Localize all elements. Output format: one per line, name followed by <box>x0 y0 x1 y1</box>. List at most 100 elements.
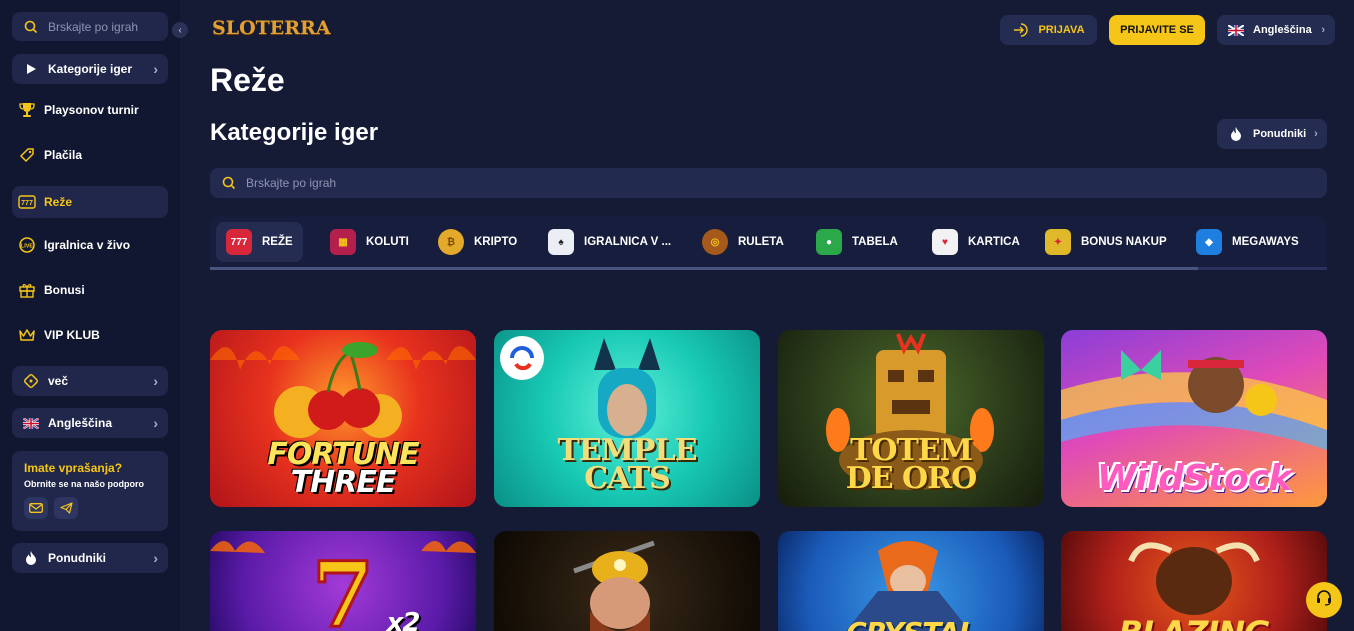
game-title-line1: BLAZING <box>1061 617 1327 631</box>
tabs-scrollbar-thumb[interactable] <box>210 267 1198 270</box>
tab-label: IGRALNICA V ... <box>584 236 672 248</box>
game-title-line1: WildStock <box>1096 458 1292 499</box>
game-title-line1: x2 <box>386 608 421 631</box>
tab-reels[interactable]: ▦ KOLUTI <box>320 222 419 262</box>
sidebar-item-payments[interactable]: Plačila <box>12 139 168 171</box>
tab-label: KOLUTI <box>366 236 409 248</box>
game-tile-wildstock[interactable]: WildStock <box>1061 330 1327 507</box>
miner-art <box>573 540 655 631</box>
chevron-right-icon: › <box>1314 128 1318 140</box>
roulette-icon: ◎ <box>702 229 728 255</box>
tab-label: TABELA <box>852 236 898 248</box>
playing-card-icon: ♥ <box>932 229 958 255</box>
game-tile-totem-de-oro[interactable]: TOTEM DE ORO <box>778 330 1044 507</box>
tab-slots[interactable]: 777 REŽE <box>216 222 303 262</box>
tab-label: KARTICA <box>968 236 1020 248</box>
bonus-buy-icon: ✦ <box>1045 229 1071 255</box>
telegram-icon[interactable] <box>54 497 78 519</box>
crypto-coin-icon: ₿ <box>438 229 464 255</box>
game-title-line2: THREE <box>290 465 397 500</box>
uk-flag-icon <box>22 414 40 432</box>
more-button[interactable]: več › <box>12 366 168 396</box>
chevron-right-icon: › <box>153 415 158 431</box>
category-tabs: 777 REŽE ▦ KOLUTI ₿ KRIPTO ♠ IGRALNICA V… <box>210 216 1327 270</box>
sidebar-providers-button[interactable]: Ponudniki › <box>12 543 168 573</box>
sidebar-item-label: Bonusi <box>44 283 85 297</box>
sidebar-item-label: Igralnica v živo <box>44 238 131 252</box>
slot-777-icon: 777 <box>18 193 36 211</box>
search-icon <box>22 18 40 36</box>
tab-label: BONUS NAKUP <box>1081 236 1167 248</box>
fire-icon <box>1227 125 1245 143</box>
game-search[interactable] <box>210 168 1327 198</box>
register-button[interactable]: PRIJAVITE SE <box>1109 15 1205 45</box>
page-title: Reže <box>210 62 285 98</box>
providers-button[interactable]: Ponudniki › <box>1217 119 1327 149</box>
sidebar-providers-label: Ponudniki <box>48 551 106 565</box>
tab-live-casino[interactable]: ♠ IGRALNICA V ... <box>538 222 681 262</box>
game-tile-blazing[interactable]: BLAZING <box>1061 531 1327 631</box>
sidebar-item-vip[interactable]: VIP KLUB <box>12 319 168 351</box>
game-tile-seven-x2[interactable]: 7 x2 <box>210 531 476 631</box>
game-tile-crystal[interactable]: CRYSTAL <box>778 531 1044 631</box>
more-icon <box>22 372 40 390</box>
login-button[interactable]: PRIJAVA <box>1000 15 1097 45</box>
game-tile-temple-cats[interactable]: TEMPLE CATS <box>494 330 760 507</box>
headset-icon <box>1315 589 1333 612</box>
tab-label: KRIPTO <box>474 236 518 248</box>
svg-text:LIVE: LIVE <box>21 244 34 250</box>
game-categories-button[interactable]: Kategorije iger › <box>12 54 168 84</box>
tab-table[interactable]: ● TABELA <box>806 222 908 262</box>
slot-machine-icon: 777 <box>226 229 252 255</box>
sidebar-item-label: Plačila <box>44 148 83 162</box>
chips-icon: ● <box>816 229 842 255</box>
more-label: več <box>48 374 69 388</box>
sidebar-search[interactable] <box>12 12 168 41</box>
tab-crypto[interactable]: ₿ KRIPTO <box>428 222 527 262</box>
live-dealer-icon: ♠ <box>548 229 574 255</box>
sidebar-item-live-casino[interactable]: LIVE Igralnica v živo <box>12 229 168 261</box>
language-selector[interactable]: Angleščina › <box>1217 15 1335 45</box>
fire-icon <box>22 549 40 567</box>
collapse-sidebar-button[interactable]: ‹ <box>172 22 188 38</box>
chevron-right-icon: › <box>1321 24 1325 36</box>
language-label: Angleščina <box>1253 24 1312 36</box>
game-tile-fortune-three[interactable]: FORTUNE THREE <box>210 330 476 507</box>
login-label: PRIJAVA <box>1038 24 1085 36</box>
support-chat-button[interactable] <box>1306 582 1342 618</box>
sidebar-language-label: Angleščina <box>48 416 113 430</box>
svg-text:777: 777 <box>21 200 33 207</box>
sidebar-search-input[interactable] <box>48 19 168 34</box>
tab-card[interactable]: ♥ KARTICA <box>922 222 1030 262</box>
megaways-icon: ◆ <box>1196 229 1222 255</box>
chevron-right-icon: › <box>153 373 158 389</box>
sidebar-item-slots[interactable]: 777 Reže <box>12 186 168 218</box>
sidebar-item-label: VIP KLUB <box>44 328 100 342</box>
trophy-icon <box>18 101 36 119</box>
tag-icon <box>18 146 36 164</box>
section-title: Kategorije iger <box>210 119 379 146</box>
sidebar-item-bonuses[interactable]: Bonusi <box>12 274 168 306</box>
tab-bonus-buy[interactable]: ✦ BONUS NAKUP <box>1035 222 1177 262</box>
support-title: Imate vprašanja? <box>24 461 123 475</box>
sidebar-item-tournament[interactable]: Playsonov turnir <box>12 94 168 126</box>
game-title-line2: CATS <box>584 461 671 496</box>
tab-megaways[interactable]: ◆ MEGAWAYS <box>1186 222 1309 262</box>
tab-roulette[interactable]: ◎ RULETA <box>692 222 794 262</box>
search-icon <box>220 174 238 192</box>
reels-icon: ▦ <box>330 229 356 255</box>
uk-flag-icon <box>1227 21 1245 39</box>
game-title-line2: DE ORO <box>845 461 978 496</box>
game-search-input[interactable] <box>246 176 646 190</box>
providers-label: Ponudniki <box>1253 128 1307 140</box>
email-icon[interactable] <box>24 497 48 519</box>
sidebar-language-button[interactable]: Angleščina › <box>12 408 168 438</box>
sidebar-item-label: Reže <box>44 195 73 209</box>
game-tile-miner[interactable] <box>494 531 760 631</box>
site-logo[interactable]: SLOTERRA <box>212 17 331 39</box>
tab-label: RULETA <box>738 236 784 248</box>
chevron-right-icon: › <box>153 550 158 566</box>
gift-icon <box>18 281 36 299</box>
support-box: Imate vprašanja? Obrnite se na našo podp… <box>12 451 168 531</box>
sidebar-item-label: Playsonov turnir <box>44 103 139 117</box>
